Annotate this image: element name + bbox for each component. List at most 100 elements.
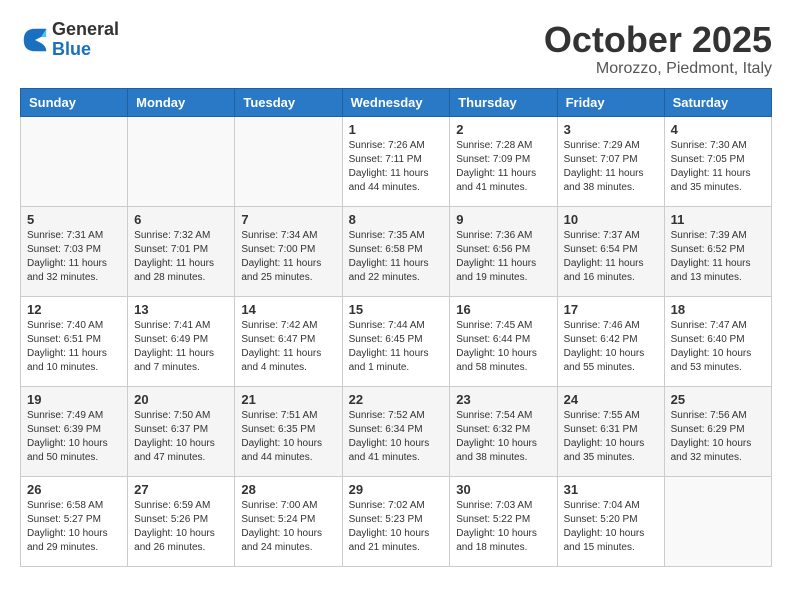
day-info: Sunrise: 7:54 AM Sunset: 6:32 PM Dayligh… [456,409,550,465]
weekday-monday: Monday [128,88,235,116]
day-cell: 23Sunrise: 7:54 AM Sunset: 6:32 PM Dayli… [450,386,557,476]
weekday-friday: Friday [557,88,664,116]
day-cell: 1 Sunrise: 7:26 AM Sunset: 7:11 PM Daylig… [342,116,450,206]
day-cell [21,116,128,206]
day-number: 1 [349,122,444,137]
day-cell: 27 Sunrise: 6:59 AM Sunset: 5:26 PM Dayli… [128,476,235,566]
logo-icon [20,25,50,55]
day-number: 27 [134,482,228,497]
day-cell: 12 Sunrise: 7:40 AM Sunset: 6:51 PM Dayli… [21,296,128,386]
day-number: 25 [671,392,765,407]
day-cell: 19 Sunrise: 7:49 AM Sunset: 6:39 PM Dayli… [21,386,128,476]
week-row-2: 5 Sunrise: 7:31 AM Sunset: 7:03 PM Daylig… [21,206,772,296]
day-number: 10 [564,212,658,227]
weekday-sunday: Sunday [21,88,128,116]
day-info: Sunrise: 7:36 AM Sunset: 6:56 PM Dayligh… [456,229,550,285]
day-info: Sunrise: 6:59 AM Sunset: 5:26 PM Dayligh… [134,499,228,555]
day-info: Sunrise: 7:30 AM Sunset: 7:05 PM Dayligh… [671,139,765,195]
day-number: 6 [134,212,228,227]
day-number: 31 [564,482,658,497]
day-info: Sunrise: 7:35 AM Sunset: 6:58 PM Dayligh… [349,229,444,285]
day-number: 30 [456,482,550,497]
day-cell: 15 Sunrise: 7:44 AM Sunset: 6:45 PM Dayli… [342,296,450,386]
day-info: Sunrise: 7:02 AM Sunset: 5:23 PM Dayligh… [349,499,444,555]
month-title: October 2025 [544,20,772,60]
day-cell: 17 Sunrise: 7:46 AM Sunset: 6:42 PM Dayli… [557,296,664,386]
day-cell: 30Sunrise: 7:03 AM Sunset: 5:22 PM Dayli… [450,476,557,566]
day-number: 17 [564,302,658,317]
logo: General Blue [20,20,119,60]
day-info: Sunrise: 7:29 AM Sunset: 7:07 PM Dayligh… [564,139,658,195]
day-info: Sunrise: 7:28 AM Sunset: 7:09 PM Dayligh… [456,139,550,195]
week-row-3: 12 Sunrise: 7:40 AM Sunset: 6:51 PM Dayli… [21,296,772,386]
day-number: 12 [27,302,121,317]
day-info: Sunrise: 7:51 AM Sunset: 6:35 PM Dayligh… [241,409,335,465]
week-row-5: 26 Sunrise: 6:58 AM Sunset: 5:27 PM Dayli… [21,476,772,566]
day-number: 5 [27,212,121,227]
day-info: Sunrise: 7:56 AM Sunset: 6:29 PM Dayligh… [671,409,765,465]
week-row-1: 1 Sunrise: 7:26 AM Sunset: 7:11 PM Daylig… [21,116,772,206]
weekday-saturday: Saturday [664,88,771,116]
day-cell: 6 Sunrise: 7:32 AM Sunset: 7:01 PM Daylig… [128,206,235,296]
day-info: Sunrise: 7:39 AM Sunset: 6:52 PM Dayligh… [671,229,765,285]
day-info: Sunrise: 7:31 AM Sunset: 7:03 PM Dayligh… [27,229,121,285]
day-number: 11 [671,212,765,227]
day-info: Sunrise: 7:44 AM Sunset: 6:45 PM Dayligh… [349,319,444,375]
day-number: 8 [349,212,444,227]
day-number: 28 [241,482,335,497]
day-info: Sunrise: 7:47 AM Sunset: 6:40 PM Dayligh… [671,319,765,375]
day-number: 15 [349,302,444,317]
day-cell: 24 Sunrise: 7:55 AM Sunset: 6:31 PM Dayli… [557,386,664,476]
day-info: Sunrise: 7:55 AM Sunset: 6:31 PM Dayligh… [564,409,658,465]
day-cell: 16 Sunrise: 7:45 AM Sunset: 6:44 PM Dayli… [450,296,557,386]
day-info: Sunrise: 7:32 AM Sunset: 7:01 PM Dayligh… [134,229,228,285]
day-number: 19 [27,392,121,407]
day-number: 13 [134,302,228,317]
day-cell: 20Sunrise: 7:50 AM Sunset: 6:37 PM Dayli… [128,386,235,476]
day-cell: 18Sunrise: 7:47 AM Sunset: 6:40 PM Dayli… [664,296,771,386]
calendar: SundayMondayTuesdayWednesdayThursdayFrid… [20,88,772,567]
day-cell: 31Sunrise: 7:04 AM Sunset: 5:20 PM Dayli… [557,476,664,566]
title-block: October 2025 Morozzo, Piedmont, Italy [544,20,772,78]
day-number: 21 [241,392,335,407]
day-info: Sunrise: 7:26 AM Sunset: 7:11 PM Dayligh… [349,139,444,195]
day-number: 29 [349,482,444,497]
day-number: 24 [564,392,658,407]
location: Morozzo, Piedmont, Italy [544,60,772,78]
day-number: 16 [456,302,550,317]
day-number: 7 [241,212,335,227]
day-cell: 7Sunrise: 7:34 AM Sunset: 7:00 PM Daylig… [235,206,342,296]
logo-line2: Blue [52,40,119,60]
day-number: 26 [27,482,121,497]
day-cell [128,116,235,206]
day-cell: 4 Sunrise: 7:30 AM Sunset: 7:05 PM Daylig… [664,116,771,206]
day-number: 2 [456,122,550,137]
day-number: 22 [349,392,444,407]
weekday-thursday: Thursday [450,88,557,116]
day-cell: 21 Sunrise: 7:51 AM Sunset: 6:35 PM Dayli… [235,386,342,476]
day-cell: 5 Sunrise: 7:31 AM Sunset: 7:03 PM Daylig… [21,206,128,296]
day-cell: 14 Sunrise: 7:42 AM Sunset: 6:47 PM Dayli… [235,296,342,386]
day-info: Sunrise: 7:50 AM Sunset: 6:37 PM Dayligh… [134,409,228,465]
day-info: Sunrise: 7:49 AM Sunset: 6:39 PM Dayligh… [27,409,121,465]
day-info: Sunrise: 7:40 AM Sunset: 6:51 PM Dayligh… [27,319,121,375]
day-cell: 28 Sunrise: 7:00 AM Sunset: 5:24 PM Dayli… [235,476,342,566]
logo-line1: General [52,20,119,40]
day-info: Sunrise: 7:46 AM Sunset: 6:42 PM Dayligh… [564,319,658,375]
day-cell [664,476,771,566]
day-number: 3 [564,122,658,137]
day-cell [235,116,342,206]
day-info: Sunrise: 7:45 AM Sunset: 6:44 PM Dayligh… [456,319,550,375]
day-number: 4 [671,122,765,137]
weekday-header-row: SundayMondayTuesdayWednesdayThursdayFrid… [21,88,772,116]
day-info: Sunrise: 7:37 AM Sunset: 6:54 PM Dayligh… [564,229,658,285]
day-info: Sunrise: 7:42 AM Sunset: 6:47 PM Dayligh… [241,319,335,375]
weekday-tuesday: Tuesday [235,88,342,116]
day-cell: 11 Sunrise: 7:39 AM Sunset: 6:52 PM Dayli… [664,206,771,296]
day-cell: 26 Sunrise: 6:58 AM Sunset: 5:27 PM Dayli… [21,476,128,566]
day-info: Sunrise: 6:58 AM Sunset: 5:27 PM Dayligh… [27,499,121,555]
day-number: 14 [241,302,335,317]
day-info: Sunrise: 7:00 AM Sunset: 5:24 PM Dayligh… [241,499,335,555]
day-cell: 13Sunrise: 7:41 AM Sunset: 6:49 PM Dayli… [128,296,235,386]
day-cell: 10 Sunrise: 7:37 AM Sunset: 6:54 PM Dayli… [557,206,664,296]
